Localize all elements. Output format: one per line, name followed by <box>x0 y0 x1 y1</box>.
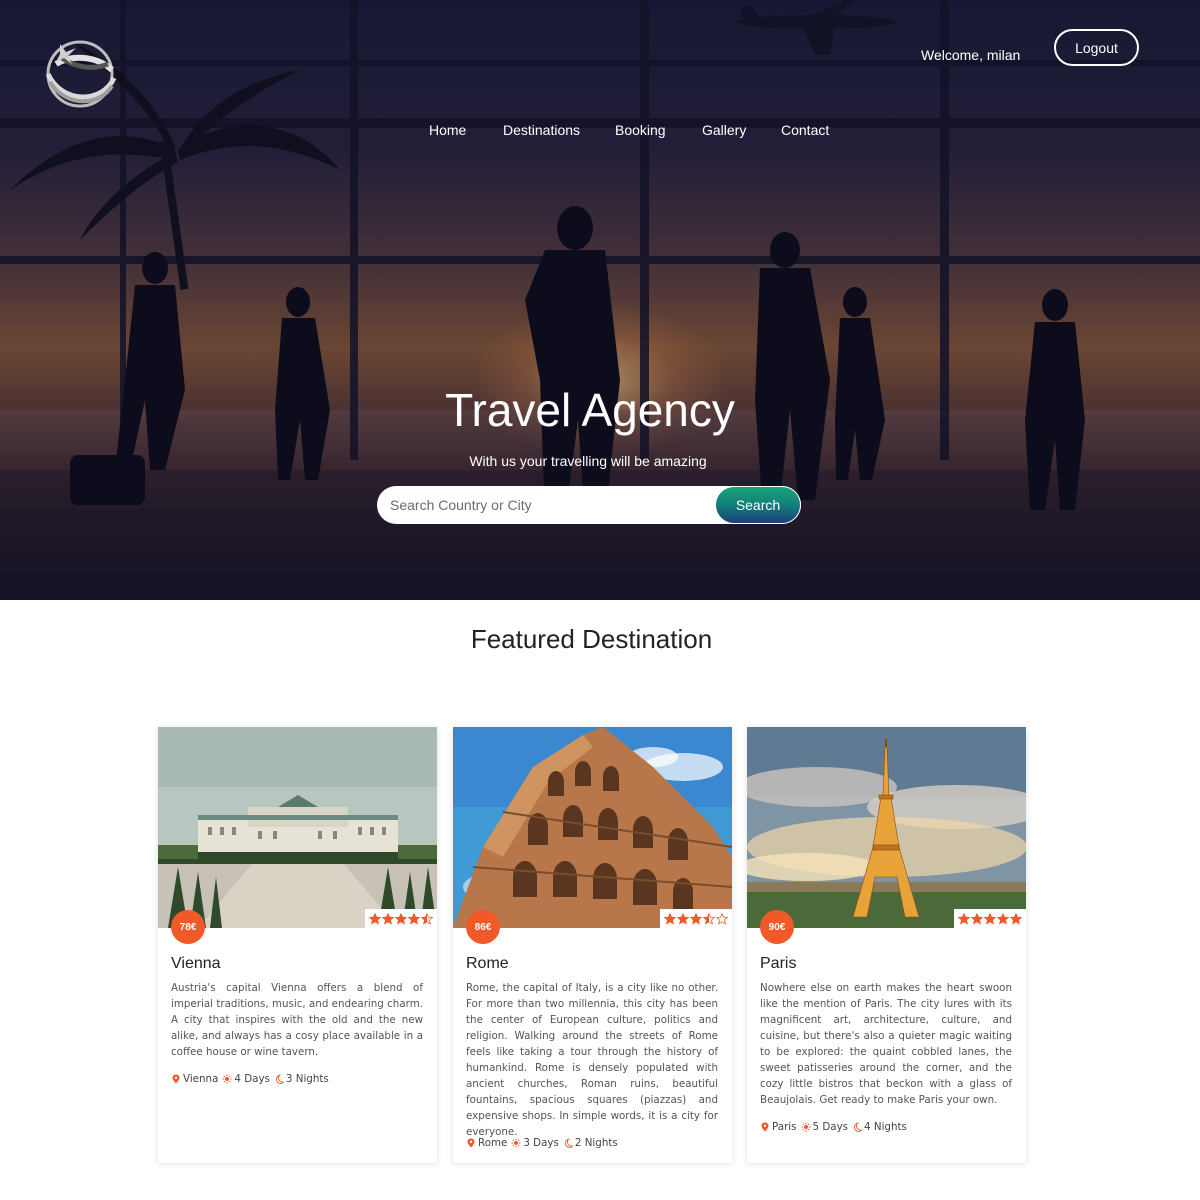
star-icon <box>421 912 433 925</box>
star-icon <box>984 912 996 925</box>
card-days: 4 Days <box>234 1073 270 1085</box>
card-description: Austria's capital Vienna offers a blend … <box>171 982 423 1058</box>
card-title[interactable]: Rome <box>466 955 509 973</box>
star-icon <box>997 912 1009 925</box>
moon-icon <box>853 1122 863 1132</box>
star-icon <box>690 912 702 925</box>
star-icon <box>1010 912 1022 925</box>
search-button[interactable]: Search <box>715 486 801 524</box>
destination-card-vienna[interactable]: 78€ Vienna Austria's capital Vienna offe… <box>158 727 437 1163</box>
star-icon <box>369 912 381 925</box>
main-nav: Home Destinations Booking Gallery Contac… <box>0 122 1200 142</box>
paris-eiffel-tower-image <box>747 727 1026 928</box>
vienna-image[interactable] <box>158 727 437 928</box>
star-icon <box>677 912 689 925</box>
card-nights: 4 Nights <box>864 1121 907 1133</box>
card-title[interactable]: Vienna <box>171 955 221 973</box>
card-days: 5 Days <box>812 1121 849 1133</box>
nav-item-gallery[interactable]: Gallery <box>702 122 746 138</box>
star-icon <box>716 912 728 925</box>
star-icon <box>382 912 394 925</box>
price-badge: 78€ <box>171 910 205 944</box>
card-location: Rome <box>478 1137 508 1149</box>
card-description: Rome, the capital of Italy, is a city li… <box>466 982 718 1138</box>
paris-image[interactable] <box>747 727 1026 928</box>
globe-plane-logo-icon[interactable] <box>42 34 118 108</box>
destination-card-rome[interactable]: 86€ Rome Rome, the capital of Italy, is … <box>453 727 732 1163</box>
hero-subtitle: With us your travelling will be amazing <box>469 453 707 469</box>
star-icon <box>958 912 970 925</box>
moon-icon <box>275 1074 284 1084</box>
rating-stars <box>365 909 437 928</box>
card-nights: 3 Nights <box>285 1073 329 1085</box>
star-icon <box>408 912 420 925</box>
card-meta: Rome 3 Days 2 Nights <box>466 1137 622 1149</box>
nav-item-contact[interactable]: Contact <box>781 122 829 138</box>
hero-banner: Welcome, milan Logout Home Destinations … <box>0 0 1200 600</box>
nav-item-home[interactable]: Home <box>429 122 466 138</box>
card-meta: Vienna 4 Days 3 Nights <box>171 1073 333 1085</box>
price-badge: 90€ <box>760 910 794 944</box>
rome-colosseum-image <box>453 727 732 928</box>
price-badge: 86€ <box>466 910 500 944</box>
search-input[interactable] <box>377 486 717 524</box>
nav-item-booking[interactable]: Booking <box>615 122 666 138</box>
card-title[interactable]: Paris <box>760 955 796 973</box>
star-icon <box>971 912 983 925</box>
card-nights: 2 Nights <box>574 1137 618 1149</box>
card-days: 3 Days <box>523 1137 559 1149</box>
map-pin-icon <box>467 1138 475 1148</box>
welcome-text: Welcome, milan <box>921 47 1021 63</box>
moon-icon <box>564 1138 573 1148</box>
card-meta: Paris 5 Days 4 Nights <box>760 1121 911 1133</box>
sun-icon <box>801 1122 811 1132</box>
destination-card-paris[interactable]: 90€ Paris Nowhere else on earth makes th… <box>747 727 1026 1163</box>
rating-stars <box>954 909 1026 928</box>
featured-title: Featured Destination <box>470 624 713 654</box>
card-location: Vienna <box>183 1073 219 1085</box>
hero-title: Travel Agency <box>445 384 735 436</box>
star-icon <box>664 912 676 925</box>
sun-icon <box>222 1074 232 1084</box>
logout-button[interactable]: Logout <box>1054 29 1139 66</box>
star-icon <box>395 912 407 925</box>
rome-image[interactable] <box>453 727 732 928</box>
star-icon <box>703 912 715 925</box>
card-location: Paris <box>772 1121 797 1133</box>
nav-item-destinations[interactable]: Destinations <box>503 122 580 138</box>
vienna-palace-image <box>158 727 437 928</box>
map-pin-icon <box>761 1122 769 1132</box>
map-pin-icon <box>172 1074 180 1084</box>
rating-stars <box>660 909 732 928</box>
sun-icon <box>511 1138 521 1148</box>
card-description: Nowhere else on earth makes the heart sw… <box>760 982 1012 1106</box>
